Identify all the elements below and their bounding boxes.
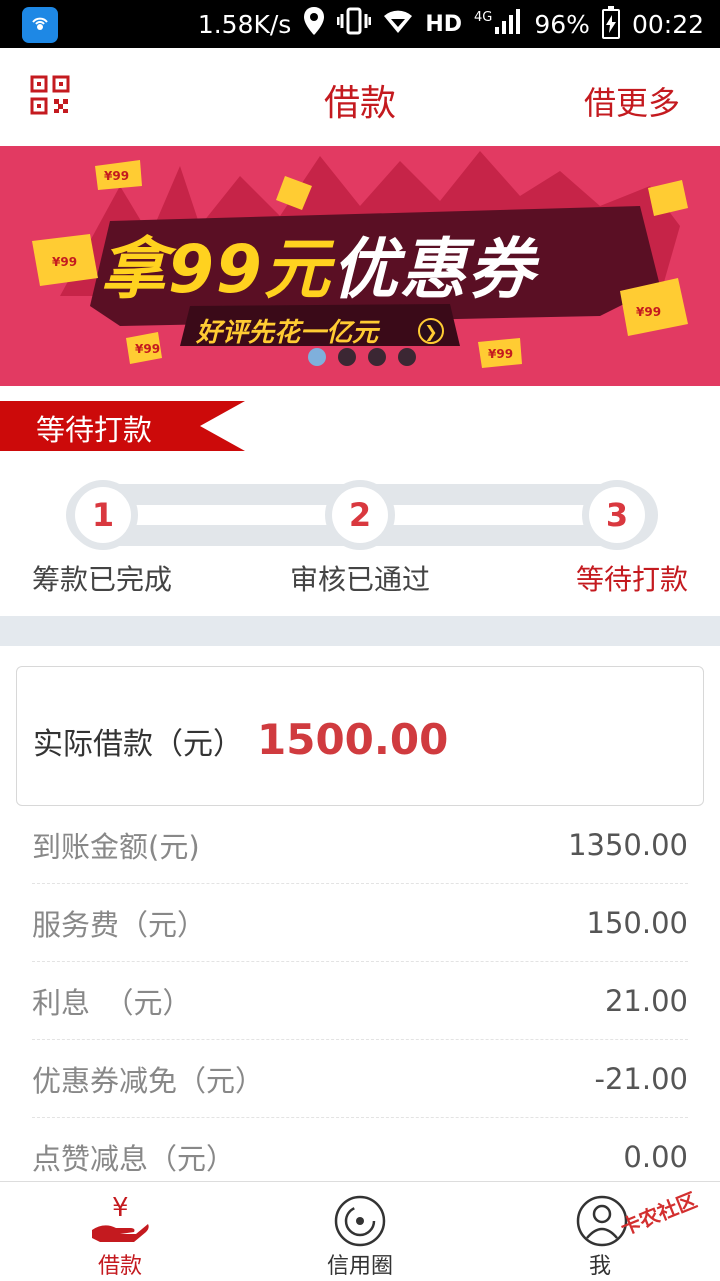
detail-row-service-fee: 服务费（元） 150.00 <box>32 884 688 962</box>
banner-subtitle: 好评先花一亿元 <box>196 318 379 348</box>
chevron-right-icon: ❯ <box>418 318 444 344</box>
detail-label: 优惠券减免（元） <box>32 1063 265 1098</box>
network-speed: 1.58K/s <box>197 9 292 39</box>
banner-tag-1: ¥99 <box>104 169 129 183</box>
circle-eye-icon <box>334 1195 386 1247</box>
wifi-icon <box>383 8 413 40</box>
vibrate-icon <box>336 7 372 41</box>
battery-charging-icon <box>601 6 620 39</box>
loan-amount-label: 实际借款（元） <box>33 727 243 762</box>
step-number: 2 <box>332 487 388 543</box>
banner-title-highlight: 拿99元 <box>100 231 332 308</box>
banner-tag-4: ¥99 <box>135 342 160 356</box>
detail-label: 到账金额(元) <box>32 829 200 864</box>
tab-label: 信用圈 <box>326 1254 393 1279</box>
detail-label: 利息 （元） <box>32 985 192 1020</box>
section-divider <box>0 616 720 646</box>
detail-row-interest: 利息 （元） 21.00 <box>32 962 688 1040</box>
svg-text:¥: ¥ <box>112 1193 129 1223</box>
detail-label: 服务费（元） <box>32 907 207 942</box>
tab-credit-circle[interactable]: 信用圈 <box>240 1182 480 1281</box>
detail-row-coupon: 优惠券减免（元） -21.00 <box>32 1040 688 1118</box>
network-type: 4G <box>474 9 493 25</box>
detail-value: 0.00 <box>623 1139 688 1174</box>
step-3: 3 <box>582 480 652 550</box>
banner-title-main: 优惠券 <box>331 231 536 308</box>
loan-amount-card: 实际借款（元） 1500.00 <box>16 666 704 806</box>
yen-hand-icon: ¥ <box>92 1193 149 1242</box>
detail-value: 1350.00 <box>568 827 688 862</box>
banner-tag-3: ¥99 <box>636 305 661 319</box>
step-number: 1 <box>75 487 131 543</box>
detail-value: 150.00 <box>586 905 688 940</box>
carousel-dot[interactable] <box>398 348 416 366</box>
detail-value: 21.00 <box>604 983 688 1018</box>
detail-label: 点赞减息（元） <box>32 1141 236 1176</box>
clock: 00:22 <box>631 9 704 39</box>
banner-title: 拿99元优惠券 <box>100 216 536 312</box>
step-2: 2 <box>325 480 395 550</box>
loan-details-list: 到账金额(元) 1350.00 服务费（元） 150.00 利息 （元） 21.… <box>32 806 688 1196</box>
loan-amount-value: 1500.00 <box>257 715 449 764</box>
step-1-label: 筹款已完成 <box>32 563 173 596</box>
app-notification-icon <box>22 7 58 43</box>
tab-borrow[interactable]: ¥ 借款 <box>0 1182 240 1281</box>
step-number: 3 <box>589 487 645 543</box>
signal-icon <box>494 7 522 41</box>
carousel-dot[interactable] <box>308 348 326 366</box>
app-header: 借款 借更多 <box>0 48 720 146</box>
step-1: 1 <box>68 480 138 550</box>
banner-tag-2: ¥99 <box>52 255 77 269</box>
status-ribbon-label: 等待打款 <box>36 413 153 447</box>
borrow-more-link[interactable]: 借更多 <box>584 78 680 124</box>
carousel-dot[interactable] <box>338 348 356 366</box>
tab-label: 我 <box>588 1254 611 1279</box>
step-3-label: 等待打款 <box>576 563 689 596</box>
hd-indicator: HD <box>425 11 463 37</box>
tab-label: 借款 <box>97 1254 142 1279</box>
detail-row-received: 到账金额(元) 1350.00 <box>32 806 688 884</box>
location-icon <box>303 6 325 42</box>
banner-tag-5: ¥99 <box>488 347 513 361</box>
bottom-tab-bar: ¥ 借款 信用圈 我 <box>0 1181 720 1280</box>
battery-level: 96% <box>534 9 590 39</box>
carousel-indicator <box>308 348 416 366</box>
detail-value: -21.00 <box>594 1061 689 1096</box>
promo-banner[interactable]: ¥99 ¥99 ¥99 ¥99 ¥99 拿99元优惠券 好评先花一亿元 ❯ <box>0 146 720 386</box>
step-2-label: 审核已通过 <box>290 563 431 596</box>
status-bar: 1.58K/s HD 4G 96% 00:22 <box>0 0 720 48</box>
carousel-dot[interactable] <box>368 348 386 366</box>
